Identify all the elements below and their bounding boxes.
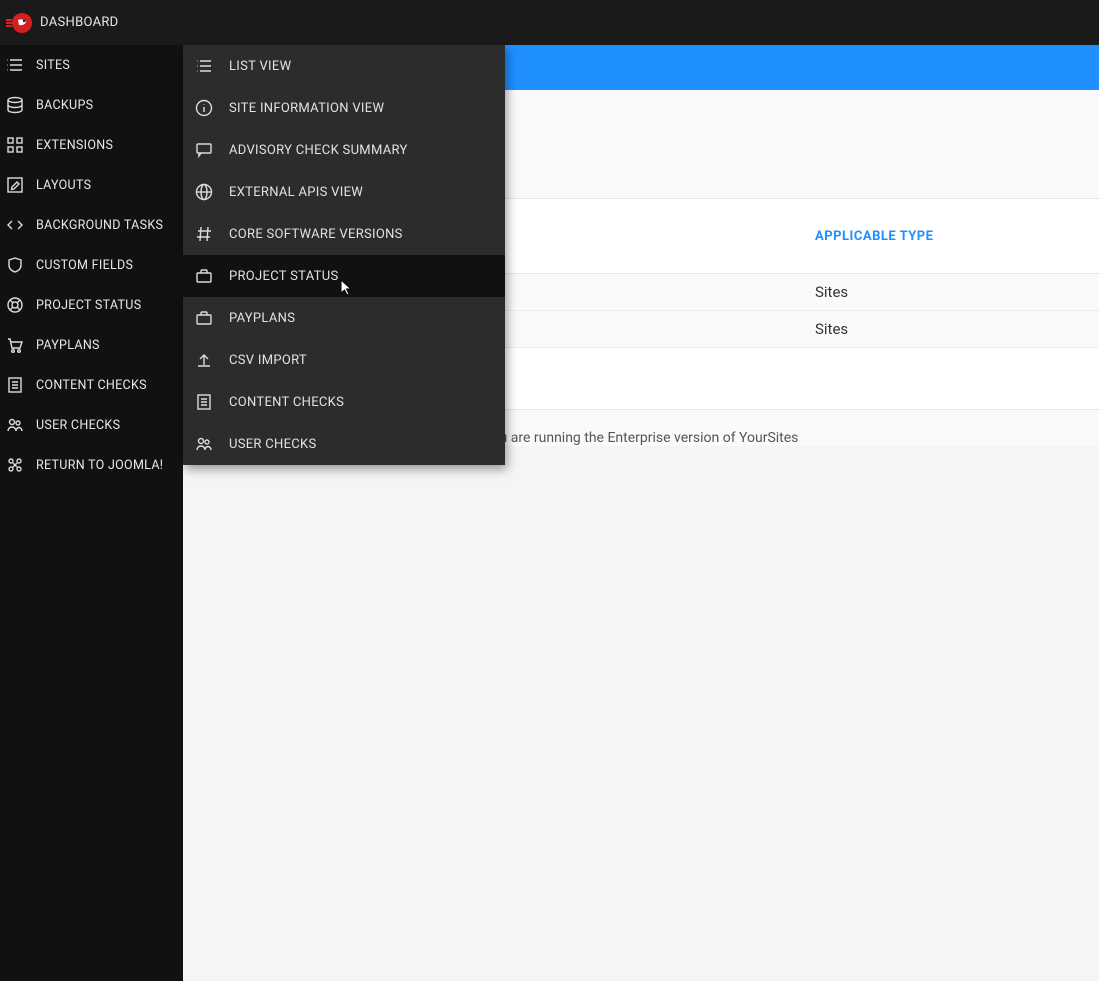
submenu-item-list-view[interactable]: LIST VIEW <box>183 45 505 87</box>
submenu-item-advisory-check-summary[interactable]: ADVISORY CHECK SUMMARY <box>183 129 505 171</box>
joomla-icon <box>6 456 24 474</box>
document-icon <box>6 376 24 394</box>
sidebar-item-label: SITES <box>36 58 70 73</box>
briefcase-icon <box>195 309 213 327</box>
submenu-item-label: ADVISORY CHECK SUMMARY <box>229 143 408 158</box>
globe-icon <box>195 183 213 201</box>
topbar: DASHBOARD <box>0 0 1099 45</box>
info-icon <box>195 99 213 117</box>
users-icon <box>195 435 213 453</box>
hash-icon <box>195 225 213 243</box>
sidebar-item-extensions[interactable]: EXTENSIONS <box>0 125 183 165</box>
submenu-flyout: LIST VIEW SITE INFORMATION VIEW ADVISORY… <box>183 45 505 465</box>
sidebar-item-user-checks[interactable]: USER CHECKS <box>0 405 183 445</box>
code-icon <box>6 216 24 234</box>
briefcase-icon <box>195 267 213 285</box>
shield-icon <box>6 256 24 274</box>
cell-applicable-type: Sites <box>815 283 848 301</box>
list-icon <box>6 56 24 74</box>
users-icon <box>6 416 24 434</box>
sidebar-item-label: BACKGROUND TASKS <box>36 218 163 233</box>
sidebar-item-background-tasks[interactable]: BACKGROUND TASKS <box>0 205 183 245</box>
sidebar-item-custom-fields[interactable]: CUSTOM FIELDS <box>0 245 183 285</box>
submenu-item-label: CORE SOFTWARE VERSIONS <box>229 227 403 242</box>
sidebar-item-label: BACKUPS <box>36 98 93 113</box>
document-icon <box>195 393 213 411</box>
submenu-item-csv-import[interactable]: CSV IMPORT <box>183 339 505 381</box>
sidebar-item-label: CUSTOM FIELDS <box>36 258 133 273</box>
sidebar-item-return-to-joomla[interactable]: RETURN TO JOOMLA! <box>0 445 183 485</box>
cell-applicable-type: Sites <box>815 320 848 338</box>
sidebar-item-label: USER CHECKS <box>36 418 120 433</box>
submenu-item-label: CONTENT CHECKS <box>229 395 344 410</box>
cart-icon <box>6 336 24 354</box>
grid-icon <box>6 136 24 154</box>
list-icon <box>195 57 213 75</box>
sidebar-item-sites[interactable]: SITES <box>0 45 183 85</box>
column-header-applicable-type[interactable]: APPLICABLE TYPE <box>815 229 934 244</box>
sidebar-item-label: RETURN TO JOOMLA! <box>36 458 163 473</box>
database-icon <box>6 96 24 114</box>
sidebar-item-label: EXTENSIONS <box>36 138 113 153</box>
submenu-item-label: PAYPLANS <box>229 311 295 326</box>
sidebar-item-content-checks[interactable]: CONTENT CHECKS <box>0 365 183 405</box>
sidebar-item-label: CONTENT CHECKS <box>36 378 147 393</box>
submenu-item-user-checks[interactable]: USER CHECKS <box>183 423 505 465</box>
submenu-item-label: EXTERNAL APIS VIEW <box>229 185 363 200</box>
sidebar-item-project-status[interactable]: PROJECT STATUS <box>0 285 183 325</box>
chat-icon <box>195 141 213 159</box>
sidebar-item-layouts[interactable]: LAYOUTS <box>0 165 183 205</box>
sidebar: SITES BACKUPS EXTENSIONS LAYOUTS BACKGRO… <box>0 45 183 981</box>
sidebar-item-label: LAYOUTS <box>36 178 91 193</box>
submenu-item-label: USER CHECKS <box>229 437 317 452</box>
sidebar-item-payplans[interactable]: PAYPLANS <box>0 325 183 365</box>
submenu-item-label: PROJECT STATUS <box>229 269 338 284</box>
submenu-item-label: SITE INFORMATION VIEW <box>229 101 384 116</box>
sidebar-item-label: PAYPLANS <box>36 338 100 353</box>
sidebar-item-backups[interactable]: BACKUPS <box>0 85 183 125</box>
page-title: DASHBOARD <box>40 15 119 30</box>
submenu-item-content-checks[interactable]: CONTENT CHECKS <box>183 381 505 423</box>
submenu-item-payplans[interactable]: PAYPLANS <box>183 297 505 339</box>
upload-icon <box>195 351 213 369</box>
sidebar-item-label: PROJECT STATUS <box>36 298 141 313</box>
submenu-item-external-apis-view[interactable]: EXTERNAL APIS VIEW <box>183 171 505 213</box>
app-logo <box>4 10 34 36</box>
submenu-item-label: CSV IMPORT <box>229 353 307 368</box>
submenu-item-project-status[interactable]: PROJECT STATUS <box>183 255 505 297</box>
edit-icon <box>6 176 24 194</box>
lifebuoy-icon <box>6 296 24 314</box>
submenu-item-label: LIST VIEW <box>229 59 291 74</box>
submenu-item-core-software-versions[interactable]: CORE SOFTWARE VERSIONS <box>183 213 505 255</box>
submenu-item-site-information-view[interactable]: SITE INFORMATION VIEW <box>183 87 505 129</box>
